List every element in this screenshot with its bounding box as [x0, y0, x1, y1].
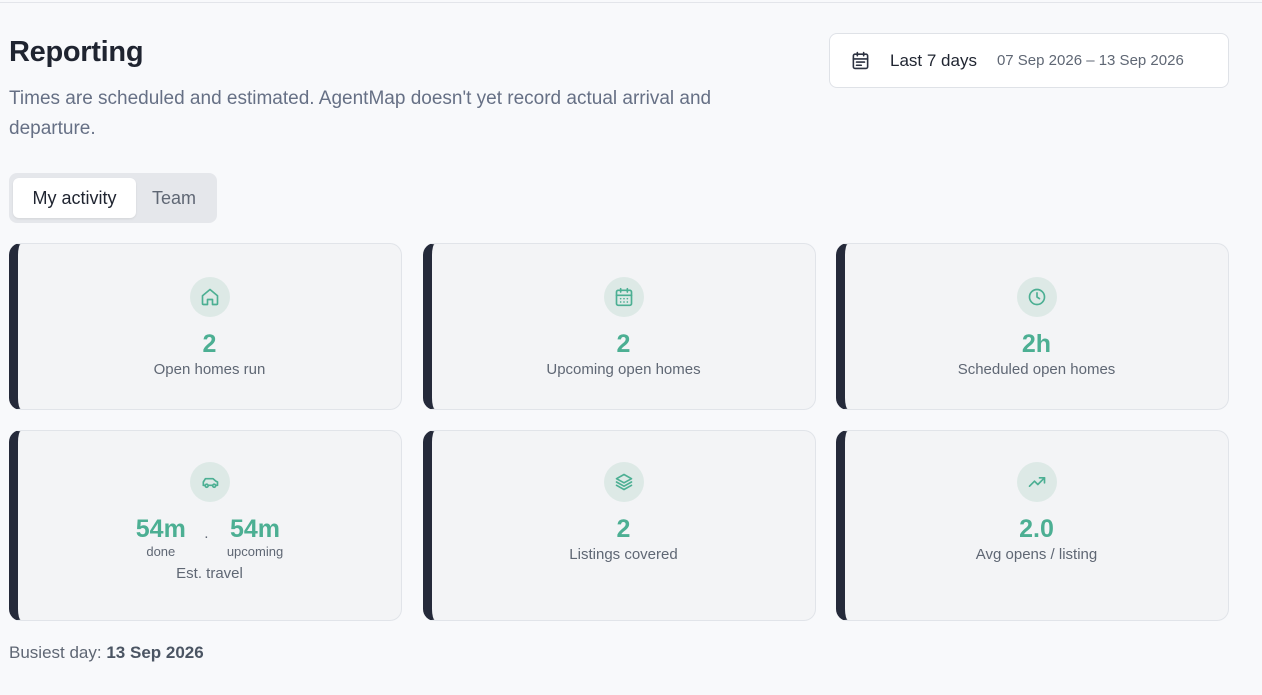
calendar-icon	[603, 277, 644, 317]
busiest-day-prefix: Busiest day:	[9, 643, 102, 662]
layers-icon	[603, 462, 644, 502]
upcoming-open-homes-label: Upcoming open homes	[546, 361, 701, 378]
card-avg-opens: 2.0 Avg opens / listing	[836, 430, 1229, 621]
travel-done-label: done	[146, 544, 176, 559]
travel-upcoming-label: upcoming	[226, 544, 284, 559]
trending-up-icon	[1016, 462, 1057, 502]
upcoming-open-homes-value: 2	[616, 330, 631, 358]
date-range-button[interactable]: Last 7 days 07 Sep 2026 – 13 Sep 2026	[829, 33, 1229, 88]
travel-separator: ·	[203, 528, 209, 545]
est-travel-values: 54m done · 54m upcoming	[136, 514, 283, 559]
travel-upcoming-value: 54m	[229, 515, 281, 543]
card-listings-covered: 2 Listings covered	[423, 430, 816, 621]
scheduled-open-homes-label: Scheduled open homes	[957, 361, 1116, 378]
listings-covered-label: Listings covered	[569, 546, 678, 563]
home-icon	[189, 277, 230, 317]
card-upcoming-open-homes: 2 Upcoming open homes	[423, 243, 816, 410]
card-open-homes-run: 2 Open homes run	[9, 243, 402, 410]
est-travel-label: Est. travel	[176, 565, 243, 582]
avg-opens-label: Avg opens / listing	[975, 546, 1098, 563]
travel-done-value: 54m	[135, 515, 186, 543]
tab-my-activity[interactable]: My activity	[13, 178, 136, 218]
date-range-dates: 07 Sep 2026 – 13 Sep 2026	[996, 52, 1184, 69]
date-range-label: Last 7 days	[890, 50, 977, 70]
page-subtitle: Times are scheduled and estimated. Agent…	[9, 88, 712, 139]
open-homes-run-label: Open homes run	[153, 361, 266, 378]
car-icon	[189, 462, 230, 502]
activity-segmented-control: My activity Team	[9, 173, 217, 223]
card-est-travel: 54m done · 54m upcoming Est. travel	[9, 430, 402, 621]
page-title: Reporting	[9, 36, 144, 68]
busiest-day: Busiest day: 13 Sep 2026	[9, 643, 204, 663]
card-scheduled-open-homes: 2h Scheduled open homes	[836, 243, 1229, 410]
avg-opens-value: 2.0	[1019, 515, 1054, 543]
scheduled-open-homes-value: 2h	[1021, 330, 1052, 358]
calendar-icon	[851, 51, 870, 70]
tab-team[interactable]: Team	[136, 178, 212, 218]
top-divider	[0, 2, 1262, 3]
open-homes-run-value: 2	[202, 330, 217, 358]
clock-icon	[1016, 277, 1057, 317]
listings-covered-value: 2	[616, 515, 631, 543]
busiest-day-value: 13 Sep 2026	[106, 643, 204, 662]
